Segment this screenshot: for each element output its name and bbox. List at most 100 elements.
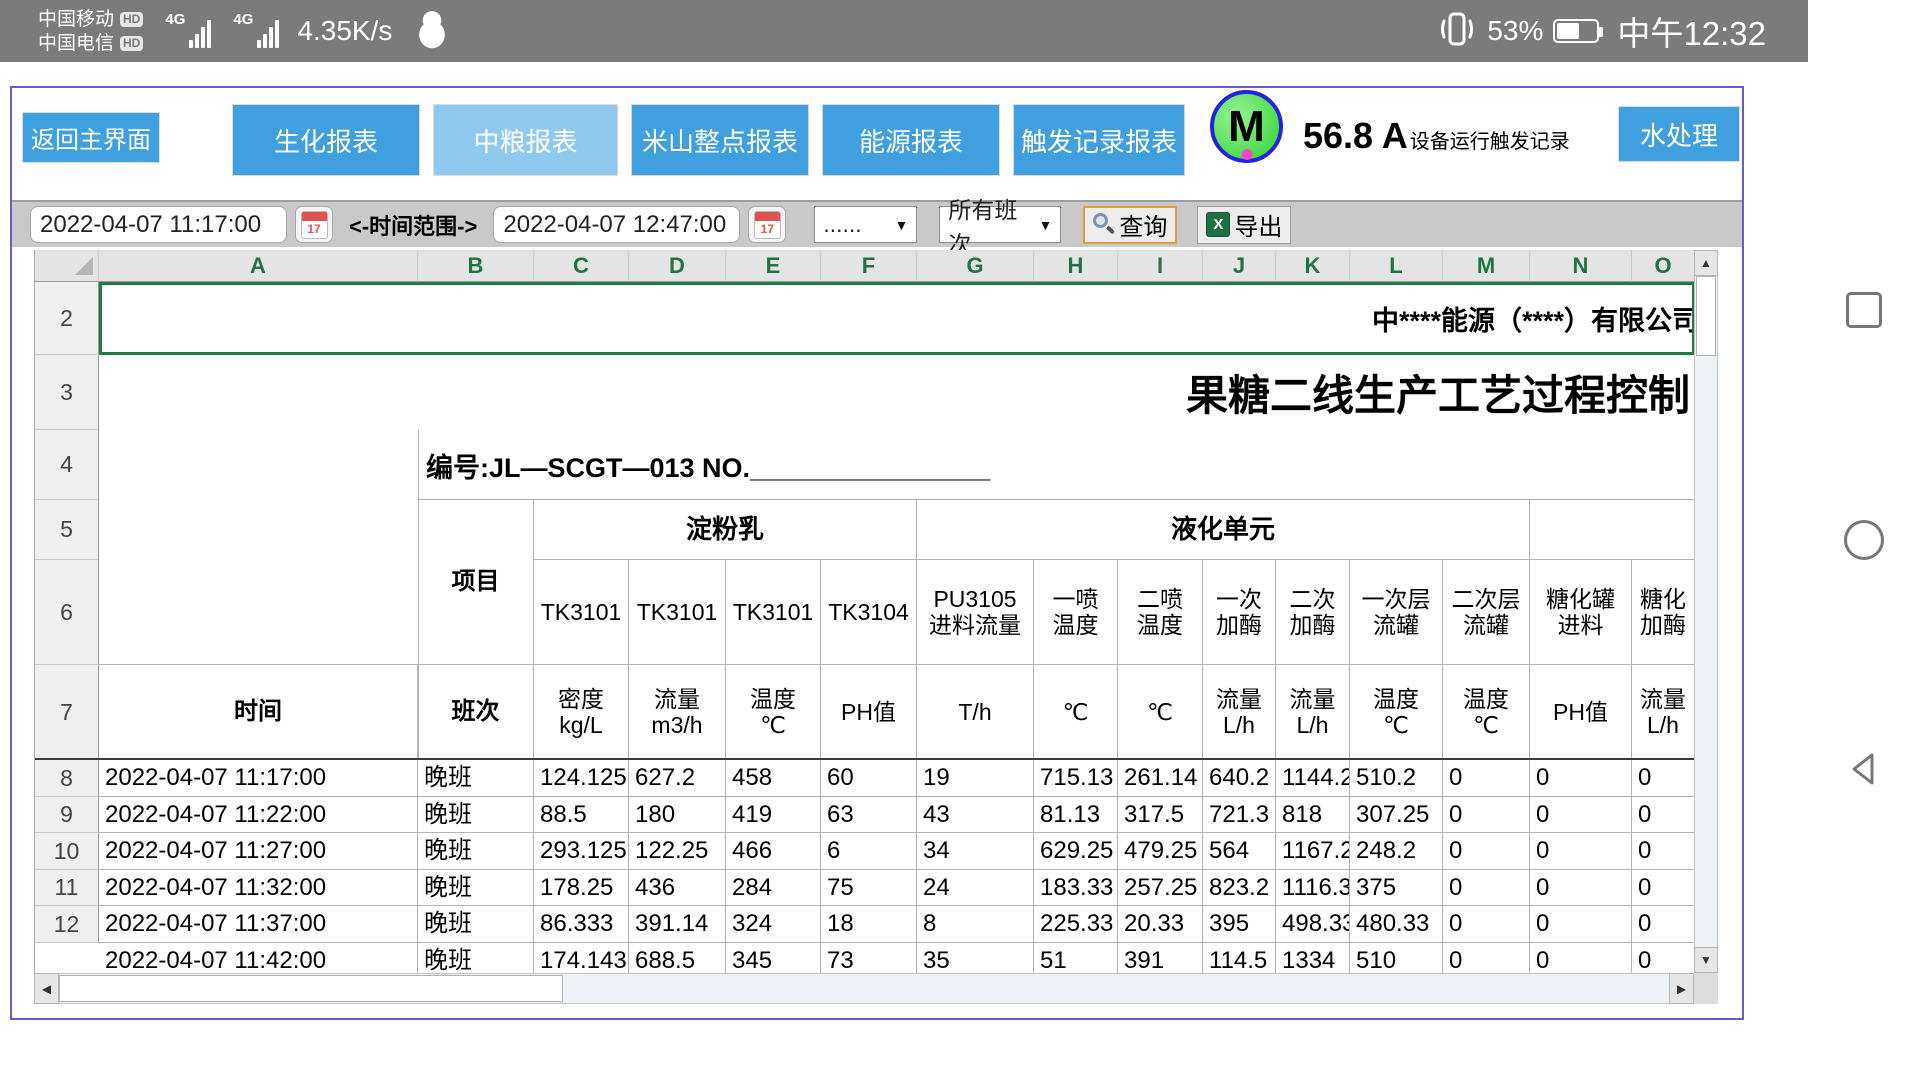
row-header-6[interactable]: 6 [35, 560, 99, 665]
row-header-12[interactable]: 12 [35, 906, 99, 943]
tab-2[interactable]: 中粮报表 [433, 104, 618, 176]
cell-I7[interactable]: 261.14 [1118, 760, 1203, 797]
row-header-8[interactable]: 8 [35, 760, 99, 797]
header-unit-4[interactable]: PH值 [821, 665, 917, 760]
cell-E8[interactable]: 419 [726, 797, 821, 833]
home-circle-icon[interactable] [1844, 520, 1884, 560]
tab-1[interactable]: 生化报表 [232, 104, 420, 176]
cell-O12[interactable]: 0 [1632, 943, 1694, 973]
cell-L9[interactable]: 248.2 [1350, 833, 1443, 870]
header-group-empty[interactable] [1530, 500, 1694, 560]
header-unit-5[interactable]: T/h [917, 665, 1034, 760]
header-item-8[interactable]: 一次 加酶 [1203, 560, 1276, 665]
cell-J9[interactable]: 564 [1203, 833, 1276, 870]
column-header-E[interactable]: E [726, 250, 821, 282]
cell-M11[interactable]: 0 [1443, 906, 1530, 943]
cell-B12[interactable]: 晚班 [418, 943, 534, 973]
header-item-6[interactable]: 一喷 温度 [1034, 560, 1118, 665]
cell-F9[interactable]: 6 [821, 833, 917, 870]
column-header-H[interactable]: H [1034, 250, 1118, 282]
header-group-starch-milk[interactable]: 淀粉乳 [534, 500, 917, 560]
cell-H8[interactable]: 81.13 [1034, 797, 1118, 833]
cell-G12[interactable]: 35 [917, 943, 1034, 973]
row-header-5[interactable]: 5 [35, 500, 99, 560]
cell-I8[interactable]: 317.5 [1118, 797, 1203, 833]
cell-J12[interactable]: 114.5 [1203, 943, 1276, 973]
cell-D9[interactable]: 122.25 [629, 833, 726, 870]
vertical-scrollbar[interactable] [1694, 250, 1718, 973]
cell-I10[interactable]: 257.25 [1118, 870, 1203, 906]
cell-F8[interactable]: 63 [821, 797, 917, 833]
export-button[interactable]: X 导出 [1197, 206, 1291, 244]
shift-dropdown[interactable]: 所有班次▼ [939, 206, 1061, 243]
column-header-O[interactable]: O [1632, 250, 1694, 282]
header-unit-8[interactable]: 流量 L/h [1203, 665, 1276, 760]
header-item-7[interactable]: 二喷 温度 [1118, 560, 1203, 665]
row-header-11[interactable]: 11 [35, 870, 99, 906]
cell-I12[interactable]: 391 [1118, 943, 1203, 973]
cell-F10[interactable]: 75 [821, 870, 917, 906]
header-cell-time[interactable]: 时间 [99, 665, 418, 760]
cell-O11[interactable]: 0 [1632, 906, 1694, 943]
header-item-1[interactable]: TK3101 [534, 560, 629, 665]
column-header-B[interactable]: B [418, 250, 534, 282]
cell-D12[interactable]: 688.5 [629, 943, 726, 973]
cell-B8[interactable]: 晚班 [418, 797, 534, 833]
cell-K8[interactable]: 818 [1276, 797, 1350, 833]
cell-A8[interactable]: 2022-04-07 11:22:00 [99, 797, 418, 833]
header-item-10[interactable]: 一次层 流罐 [1350, 560, 1443, 665]
cell-O7[interactable]: 0 [1632, 760, 1694, 797]
cell-N9[interactable]: 0 [1530, 833, 1632, 870]
header-item-9[interactable]: 二次 加酶 [1276, 560, 1350, 665]
query-button[interactable]: 查询 [1083, 206, 1177, 244]
cell-C7[interactable]: 124.125 [534, 760, 629, 797]
column-header-K[interactable]: K [1276, 250, 1350, 282]
column-header-N[interactable]: N [1530, 250, 1632, 282]
cell-A11[interactable]: 2022-04-07 11:37:00 [99, 906, 418, 943]
header-unit-9[interactable]: 流量 L/h [1276, 665, 1350, 760]
cell-E11[interactable]: 324 [726, 906, 821, 943]
cell-F11[interactable]: 18 [821, 906, 917, 943]
cell-H11[interactable]: 225.33 [1034, 906, 1118, 943]
header-unit-11[interactable]: 温度 ℃ [1443, 665, 1530, 760]
cell-N12[interactable]: 0 [1530, 943, 1632, 973]
header-unit-7[interactable]: ℃ [1118, 665, 1203, 760]
cell-E10[interactable]: 284 [726, 870, 821, 906]
row-header-9[interactable]: 9 [35, 797, 99, 833]
date-to-input[interactable]: 2022-04-07 12:47:00 [493, 206, 740, 243]
doc-number-cell[interactable]: 编号:JL—SCGT—013 NO.________________ [426, 430, 990, 500]
cell-H10[interactable]: 183.33 [1034, 870, 1118, 906]
cell-C8[interactable]: 88.5 [534, 797, 629, 833]
recents-square-icon[interactable] [1846, 292, 1882, 328]
cell-M9[interactable]: 0 [1443, 833, 1530, 870]
column-header-L[interactable]: L [1350, 250, 1443, 282]
cell-M12[interactable]: 0 [1443, 943, 1530, 973]
cell-O10[interactable]: 0 [1632, 870, 1694, 906]
scroll-left-icon[interactable]: ◀ [34, 973, 59, 1004]
cell-B7[interactable]: 晚班 [418, 760, 534, 797]
cell-K10[interactable]: 1116.3 [1276, 870, 1350, 906]
scroll-down-icon[interactable]: ▼ [1694, 947, 1718, 973]
scroll-right-icon[interactable]: ▶ [1669, 973, 1694, 1004]
column-header-I[interactable]: I [1118, 250, 1203, 282]
cell-G7[interactable]: 19 [917, 760, 1034, 797]
cell-C11[interactable]: 86.333 [534, 906, 629, 943]
cell-J11[interactable]: 395 [1203, 906, 1276, 943]
header-item-11[interactable]: 二次层 流罐 [1443, 560, 1530, 665]
header-unit-12[interactable]: PH值 [1530, 665, 1632, 760]
tab-3[interactable]: 米山整点报表 [631, 104, 809, 176]
filter-dropdown[interactable]: ......▼ [814, 206, 917, 243]
column-header-A[interactable]: A [99, 250, 418, 282]
cell-M10[interactable]: 0 [1443, 870, 1530, 906]
row-header-10[interactable]: 10 [35, 833, 99, 870]
cell-K11[interactable]: 498.33 [1276, 906, 1350, 943]
header-unit-3[interactable]: 温度 ℃ [726, 665, 821, 760]
cell-C10[interactable]: 178.25 [534, 870, 629, 906]
cell-H7[interactable]: 715.13 [1034, 760, 1118, 797]
cell-C12[interactable]: 174.143 [534, 943, 629, 973]
cell-E12[interactable]: 345 [726, 943, 821, 973]
cell-E7[interactable]: 458 [726, 760, 821, 797]
cell-B11[interactable]: 晚班 [418, 906, 534, 943]
cell-K12[interactable]: 1334 [1276, 943, 1350, 973]
cell-G8[interactable]: 43 [917, 797, 1034, 833]
